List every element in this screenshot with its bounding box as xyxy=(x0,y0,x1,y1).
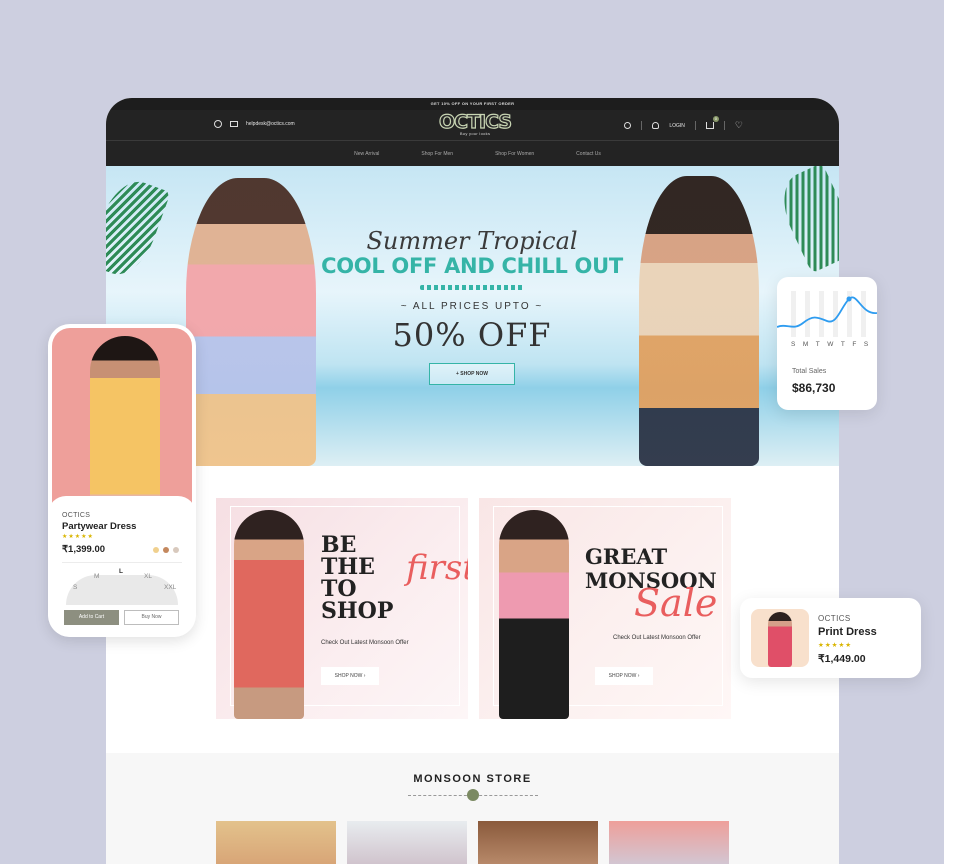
site-logo[interactable]: OCTICS Buy your looks xyxy=(438,111,512,136)
day-label: W xyxy=(827,341,834,348)
offer-shop-now-button[interactable]: SHOP NOW › xyxy=(321,667,379,685)
promo-bar: GET 10% OFF ON YOUR FIRST ORDER xyxy=(106,98,839,110)
nav-shop-women[interactable]: Shop For Women xyxy=(495,151,534,157)
monsoon-store-section: MONSOON STORE xyxy=(106,753,839,864)
hero-script-title: Summer Tropical xyxy=(366,227,578,255)
offer-shop-now-button[interactable]: SHOP NOW › xyxy=(595,667,653,685)
product-thumbnail[interactable] xyxy=(216,821,336,864)
product-thumbnail[interactable] xyxy=(347,821,467,864)
hero-prices: ~ ALL PRICES UPTO ~ xyxy=(400,301,544,312)
contact-info: helpdesk@octics.com xyxy=(214,120,295,128)
total-sales-value: $86,730 xyxy=(792,381,836,395)
product-thumbnail[interactable] xyxy=(478,821,598,864)
hero-headline: COOL OFF AND CHILL OUT xyxy=(321,254,623,278)
product-details: OCTICS Partywear Dress ★★★★★ ₹1,399.00 S… xyxy=(48,496,196,637)
nav-shop-men[interactable]: Shop For Men xyxy=(421,151,453,157)
buy-now-button[interactable]: Buy Now xyxy=(124,610,179,625)
offer-subtitle: Check Out Latest Monsoon Offer xyxy=(321,640,409,646)
search-icon[interactable] xyxy=(624,122,632,129)
offer-accent-text: first xyxy=(406,548,468,588)
divider xyxy=(723,121,725,130)
weekday-labels: S M T W T F S xyxy=(791,341,869,348)
cart-icon[interactable]: 0 xyxy=(705,116,719,129)
color-swatch[interactable] xyxy=(173,547,179,553)
offer-model-image xyxy=(234,510,304,719)
offer-accent-text: Sale xyxy=(634,581,718,625)
divider xyxy=(641,121,643,130)
size-selector-dial[interactable] xyxy=(66,575,178,605)
size-option-xl[interactable]: XL xyxy=(144,573,152,580)
main-nav: New Arrival Shop For Men Shop For Women … xyxy=(106,140,839,166)
product-thumbnail[interactable] xyxy=(609,821,729,864)
size-option-l[interactable]: L xyxy=(119,568,123,575)
offer-subtitle: Check Out Latest Monsoon Offer xyxy=(613,635,701,641)
divider xyxy=(62,562,182,563)
login-link[interactable]: LOGIN xyxy=(669,123,685,129)
size-option-m[interactable]: M xyxy=(94,573,99,580)
product-card-partywear: OCTICS Partywear Dress ★★★★★ ₹1,399.00 S… xyxy=(48,324,196,637)
nav-contact[interactable]: Contact Us xyxy=(576,151,601,157)
size-option-xxl[interactable]: XXL xyxy=(164,584,176,591)
sales-widget: S M T W T F S Total Sales $86,730 xyxy=(777,277,877,410)
mail-icon xyxy=(230,121,238,127)
product-price: ₹1,449.00 xyxy=(818,653,866,665)
total-sales-label: Total Sales xyxy=(792,368,827,375)
site-header: helpdesk@octics.com OCTICS Buy your look… xyxy=(106,110,839,140)
hero-shop-now-button[interactable]: + SHOP NOW xyxy=(429,363,515,385)
rating-stars: ★★★★★ xyxy=(62,534,94,540)
section-title: MONSOON STORE xyxy=(413,773,532,785)
section-ornament xyxy=(407,789,538,801)
hero-model-image xyxy=(639,176,759,466)
whatsapp-icon[interactable] xyxy=(214,120,222,128)
offer-banner-sale[interactable]: GREAT MONSOON Sale Check Out Latest Mons… xyxy=(479,498,731,719)
header-actions: LOGIN 0 ♡ xyxy=(624,116,743,131)
hero-model-image xyxy=(186,178,316,466)
day-label: S xyxy=(863,341,869,348)
day-label: S xyxy=(791,341,796,348)
rating-stars: ★★★★★ xyxy=(818,642,853,649)
size-option-s[interactable]: S xyxy=(73,584,77,591)
nav-new-arrival[interactable]: New Arrival xyxy=(354,151,379,157)
hero-discount: 50% OFF xyxy=(392,316,552,354)
product-brand: OCTICS xyxy=(62,512,91,519)
offer-model-image xyxy=(499,510,569,719)
product-image xyxy=(751,609,809,667)
color-swatches xyxy=(153,547,179,553)
palm-leaf-image xyxy=(771,166,839,274)
product-grid xyxy=(216,821,729,864)
user-icon[interactable] xyxy=(652,122,660,129)
model-figure xyxy=(768,612,792,667)
model-figure xyxy=(90,336,160,512)
offer-title: BE THE TO SHOP xyxy=(321,532,394,624)
product-name: Partywear Dress xyxy=(62,521,137,532)
product-brand: OCTICS xyxy=(818,614,851,623)
divider xyxy=(694,121,696,130)
day-label: T xyxy=(840,341,846,348)
offer-banners: BE THE TO SHOP first Check Out Latest Mo… xyxy=(216,498,731,719)
cart-count-badge: 0 xyxy=(712,116,719,122)
product-price: ₹1,399.00 xyxy=(62,544,106,555)
website-screen: GET 10% OFF ON YOUR FIRST ORDER helpdesk… xyxy=(106,98,839,864)
color-swatch[interactable] xyxy=(163,547,169,553)
email-link[interactable]: helpdesk@octics.com xyxy=(246,121,295,127)
color-swatch[interactable] xyxy=(153,547,159,553)
sales-sparkline xyxy=(777,291,877,337)
palm-leaf-image xyxy=(106,173,171,283)
offer-banner-first[interactable]: BE THE TO SHOP first Check Out Latest Mo… xyxy=(216,498,468,719)
day-label: T xyxy=(815,341,821,348)
hero-banner: Summer Tropical COOL OFF AND CHILL OUT ~… xyxy=(106,166,839,466)
wishlist-icon[interactable]: ♡ xyxy=(735,120,743,131)
logo-text: OCTICS xyxy=(438,111,512,133)
leaf-icon xyxy=(466,789,479,801)
add-to-cart-button[interactable]: Add to Cart xyxy=(64,610,119,625)
product-name: Print Dress xyxy=(818,626,877,638)
wave-divider xyxy=(420,285,524,290)
hero-text: Summer Tropical COOL OFF AND CHILL OUT ~… xyxy=(306,228,638,385)
day-label: M xyxy=(802,341,809,348)
product-card-print-dress[interactable]: OCTICS Print Dress ★★★★★ ₹1,449.00 xyxy=(740,598,921,678)
product-image[interactable] xyxy=(52,328,192,512)
day-label: F xyxy=(852,341,857,348)
